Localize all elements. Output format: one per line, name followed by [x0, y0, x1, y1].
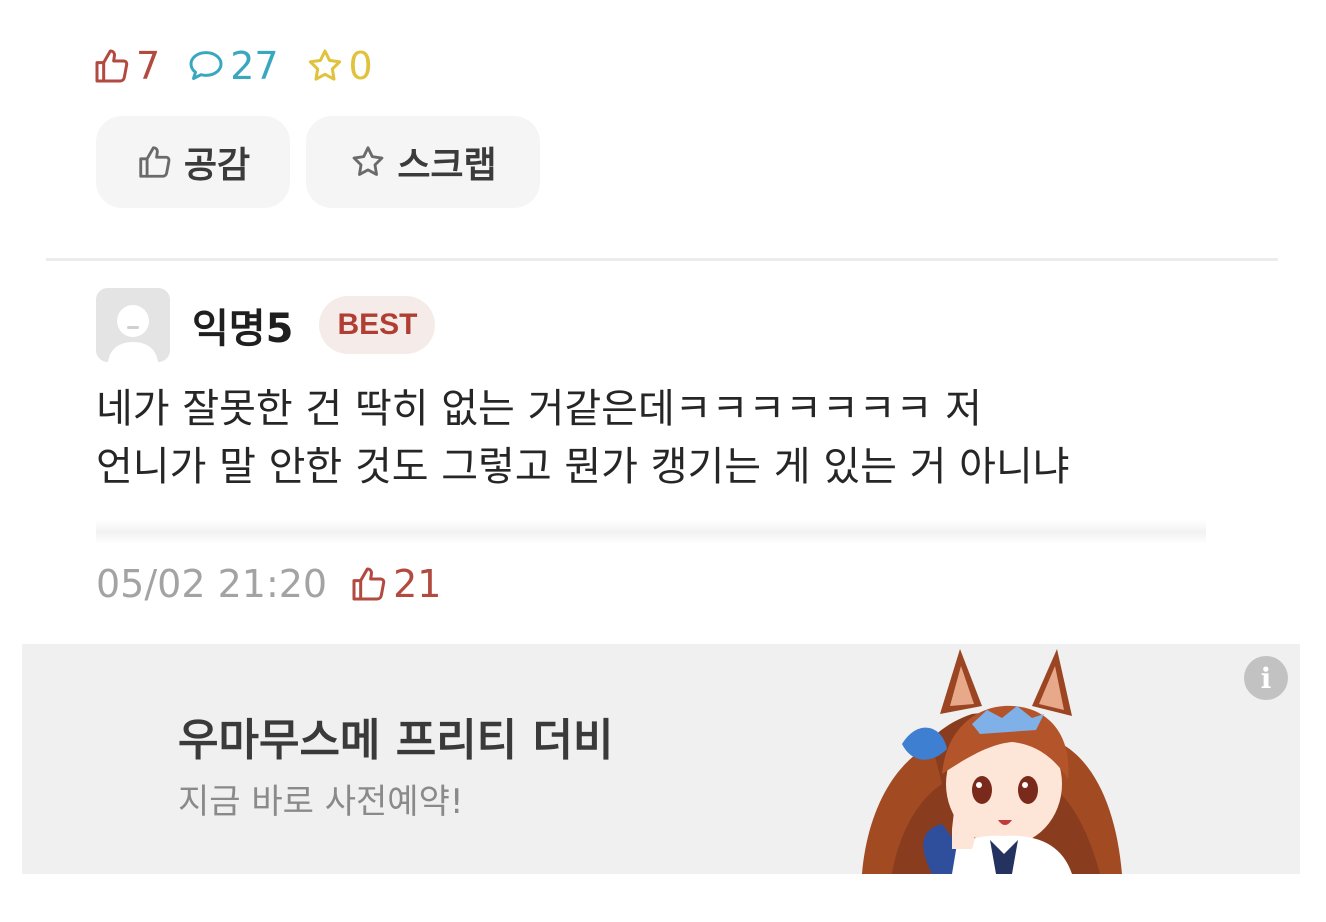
comment-like-count: 21 — [393, 562, 442, 606]
speech-bubble-icon — [189, 51, 223, 80]
ad-subtitle[interactable]: 지금 바로 사전예약! — [178, 774, 464, 823]
scrap-button[interactable]: 스크랩 — [306, 116, 540, 208]
ad-title[interactable]: 우마무스메 프리티 더비 — [178, 704, 613, 768]
star-icon — [308, 49, 341, 81]
thumbs-up-icon — [139, 146, 171, 178]
comment-meta: 05/02 21:20 21 — [96, 562, 441, 606]
ad-info-icon[interactable]: i — [1244, 656, 1288, 700]
like-count: 7 — [92, 44, 160, 88]
post-actions: 공감 스크랩 — [96, 116, 556, 208]
scrap-button-label: 스크랩 — [397, 145, 497, 186]
truncated-text-fade — [96, 520, 1206, 544]
like-button[interactable]: 공감 — [96, 116, 290, 208]
comment-header: 익명5 BEST — [96, 288, 436, 362]
thumbs-up-icon — [95, 49, 129, 83]
ad-character-image[interactable] — [822, 644, 1152, 874]
comment-text: 네가 잘못한 건 딱히 없는 거같은데ㅋㅋㅋㅋㅋㅋㅋ 저 언니가 말 안한 것도… — [96, 380, 1246, 496]
star-icon — [352, 146, 384, 176]
thumbs-up-icon — [352, 567, 386, 601]
comment-author[interactable]: 익명5 — [192, 296, 293, 354]
comment-line: 언니가 말 안한 것도 그렇고 뭔가 캥기는 게 있는 거 아니냐 — [96, 444, 1070, 490]
avatar — [96, 288, 170, 362]
post-stats: 7 27 0 — [92, 40, 399, 92]
scrap-count: 0 — [305, 44, 373, 88]
avatar-placeholder-icon — [96, 288, 170, 362]
comment-like-button[interactable]: 21 — [349, 562, 441, 606]
comment-count: 27 — [186, 44, 279, 88]
ad-banner[interactable]: 우마무스메 프리티 더비 지금 바로 사전예약! i — [22, 644, 1300, 874]
comment-line: 네가 잘못한 건 딱히 없는 거같은데ㅋㅋㅋㅋㅋㅋㅋ 저 — [96, 386, 982, 432]
like-button-label: 공감 — [183, 145, 251, 186]
best-badge: BEST — [319, 296, 436, 354]
section-divider — [46, 258, 1278, 261]
comment-timestamp: 05/02 21:20 — [96, 562, 328, 606]
